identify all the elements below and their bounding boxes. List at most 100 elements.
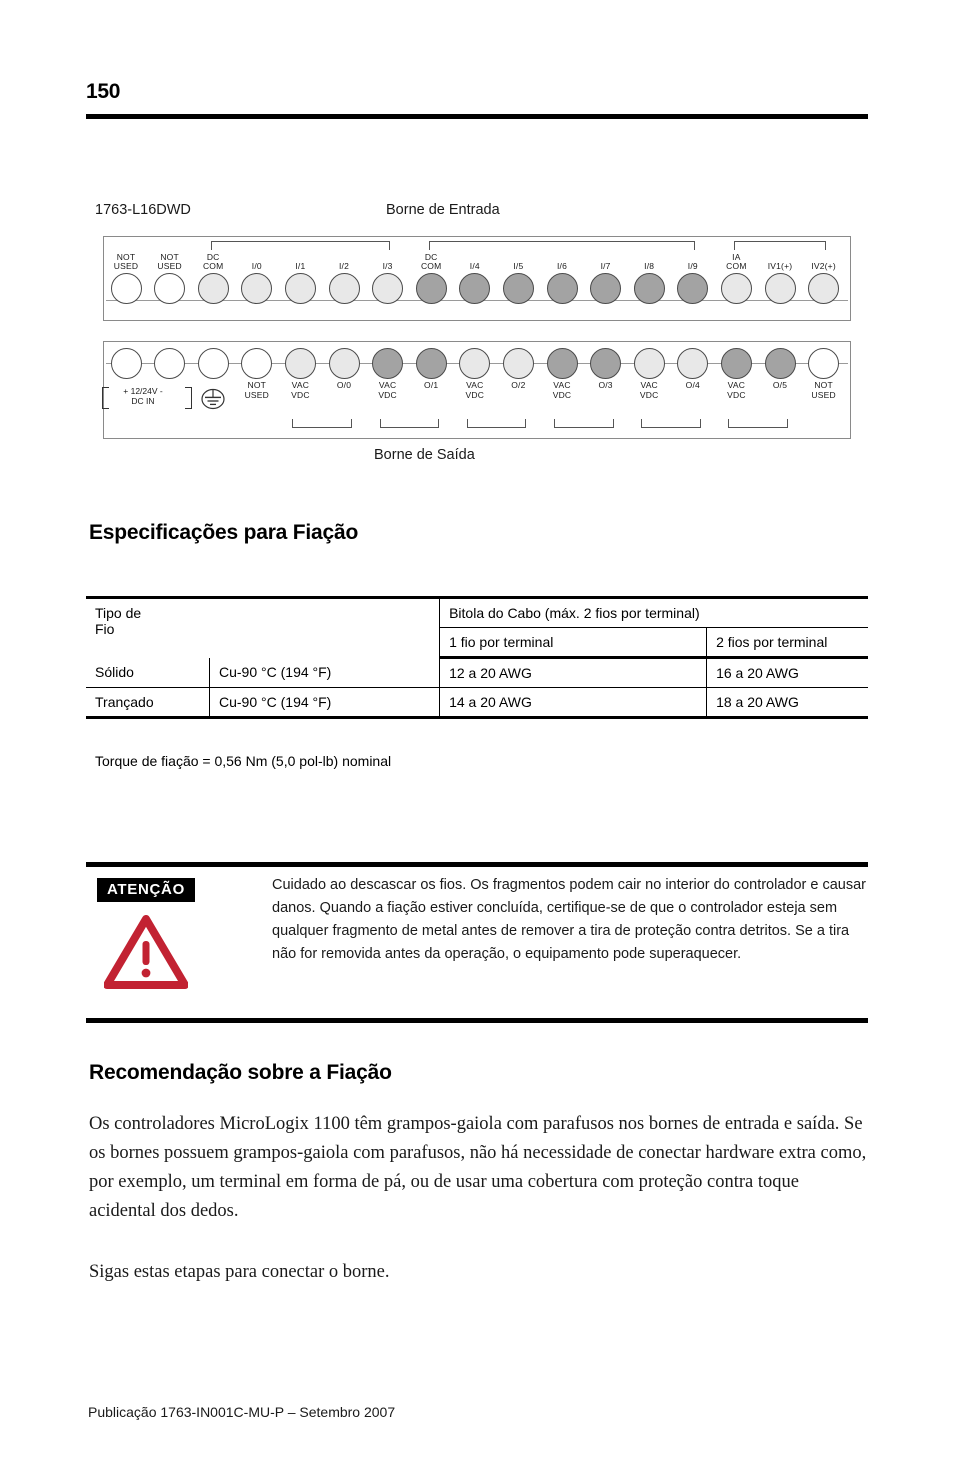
output-terminal: VAC VDC	[371, 348, 405, 400]
output-terminal: NOT USED	[807, 348, 841, 400]
output-terminal-label: VAC VDC	[552, 380, 572, 400]
input-terminal: I/9	[676, 252, 710, 304]
page-number: 150	[86, 80, 121, 103]
cell-wire-rating: Cu-90 °C (194 °F)	[208, 657, 440, 688]
output-terminal-label: VAC VDC	[291, 380, 310, 400]
output-terminal-circle[interactable]	[720, 348, 752, 379]
output-terminal-circle[interactable]	[372, 348, 404, 379]
output-terminal-label: O/1	[424, 380, 439, 390]
output-terminal-circle[interactable]	[546, 348, 578, 379]
input-terminal-label: NOT USED	[157, 251, 182, 272]
output-terminal-label: O/0	[336, 380, 352, 390]
input-terminal-circle[interactable]	[284, 273, 316, 304]
input-terminal-label: I/8	[644, 261, 655, 272]
input-terminal-label: I/7	[600, 261, 611, 272]
cell-one-wire: 12 a 20 AWG	[439, 657, 707, 688]
output-terminal-circle[interactable]	[459, 348, 491, 379]
output-terminal-circle[interactable]	[328, 348, 360, 379]
header-cable-gauge: Bitola do Cabo (máx. 2 fios por terminal…	[439, 596, 868, 628]
input-terminal: I/2	[327, 252, 361, 304]
header-wire-type: Tipo de Fio	[86, 596, 440, 658]
input-terminal-circle[interactable]	[633, 273, 665, 304]
input-terminal: I/5	[501, 252, 535, 304]
output-terminal-circle[interactable]	[241, 348, 273, 379]
wiring-specs-heading: Especificações para Fiação	[89, 521, 359, 544]
output-terminal-circle[interactable]	[154, 348, 186, 379]
input-terminal-label: NOT USED	[113, 251, 139, 272]
output-terminal: O/4	[676, 348, 710, 391]
input-group-bracket	[429, 241, 695, 250]
input-terminal: I/4	[458, 252, 492, 304]
input-terminal-circle[interactable]	[459, 273, 491, 304]
output-terminal-circle[interactable]	[633, 348, 665, 379]
input-terminal-circle[interactable]	[590, 273, 622, 304]
cell-two-wire: 18 a 20 AWG	[706, 687, 868, 719]
cell-wire-type: Trançado	[86, 687, 210, 719]
input-terminal: I/8	[632, 252, 666, 304]
attention-bottom-divider	[86, 1018, 868, 1023]
output-terminal-circle[interactable]	[502, 348, 534, 379]
header-divider	[86, 114, 868, 119]
output-terminal: O/1	[414, 348, 448, 391]
output-terminal: O/5	[763, 348, 797, 391]
attention-badge: ATENÇÃO	[97, 878, 195, 902]
input-group-bracket	[734, 241, 826, 250]
attention-top-divider	[86, 862, 868, 867]
output-terminal: O/0	[327, 348, 361, 391]
output-terminal-circle[interactable]	[808, 348, 840, 379]
output-terminal-circle[interactable]	[110, 348, 142, 379]
input-terminal-circle[interactable]	[197, 273, 229, 304]
wiring-specs-table: Tipo de Fio Bitola do Cabo (máx. 2 fios …	[86, 596, 868, 719]
input-terminal-circle[interactable]	[808, 273, 840, 304]
output-terminal: VAC VDC	[283, 348, 317, 400]
input-terminal-circle[interactable]	[415, 273, 447, 304]
header-two-wire: 2 fios por terminal	[706, 627, 868, 659]
input-terminal-label: IV1(+)	[767, 261, 793, 272]
output-terminal-label: NOT USED	[244, 380, 269, 400]
output-terminal: O/3	[589, 348, 623, 391]
output-terminal-circle[interactable]	[197, 348, 229, 379]
input-terminal: NOT USED	[153, 252, 187, 304]
input-terminal-circle[interactable]	[720, 273, 752, 304]
terminal-wiring-diagram: 1763-L16DWD Borne de Entrada Borne de Sa…	[86, 195, 868, 470]
input-terminal-circle[interactable]	[764, 273, 796, 304]
input-terminal-circle[interactable]	[677, 273, 709, 304]
input-terminal: IV2(+)	[807, 252, 841, 304]
output-terminal-circle[interactable]	[590, 348, 622, 379]
attention-text: Cuidado ao descascar os fios. Os fragmen…	[272, 877, 867, 962]
input-terminal-circle[interactable]	[502, 273, 534, 304]
input-group-bracket	[211, 241, 390, 250]
diagram-model-label: 1763-L16DWD	[95, 202, 191, 218]
input-terminal-circle[interactable]	[110, 273, 142, 304]
input-terminal-label: I/1	[295, 261, 306, 272]
output-terminal	[153, 348, 187, 381]
input-terminal-label: I/0	[251, 261, 262, 272]
input-terminal-circle[interactable]	[546, 273, 578, 304]
input-terminal: I/0	[240, 252, 274, 304]
output-terminal: VAC VDC	[458, 348, 492, 400]
input-terminal: I/3	[371, 252, 405, 304]
input-terminal-label: IV2(+)	[811, 261, 836, 272]
input-terminal-circle[interactable]	[241, 273, 273, 304]
output-group-bracket	[554, 419, 614, 428]
input-terminal: IA COM	[719, 252, 753, 304]
output-terminal: VAC VDC	[545, 348, 579, 400]
input-terminal-label: I/4	[469, 261, 480, 272]
output-terminal-circle[interactable]	[284, 348, 316, 379]
output-terminal-circle[interactable]	[415, 348, 447, 379]
input-terminal-label: I/3	[382, 261, 393, 272]
warning-triangle-icon	[103, 915, 189, 989]
output-terminal: O/2	[501, 348, 535, 391]
input-terminal-circle[interactable]	[372, 273, 404, 304]
input-terminal-circle[interactable]	[328, 273, 360, 304]
output-terminal-circle[interactable]	[764, 348, 796, 379]
input-terminal-label: I/2	[338, 261, 350, 272]
input-terminal: I/7	[589, 252, 623, 304]
output-terminal-label: NOT USED	[811, 380, 836, 400]
input-terminal: DC COM	[414, 252, 448, 304]
input-terminal: NOT USED	[109, 252, 143, 304]
output-group-bracket	[292, 419, 352, 428]
input-terminal-circle[interactable]	[154, 273, 186, 304]
output-terminal: NOT USED	[240, 348, 274, 400]
output-terminal-circle[interactable]	[677, 348, 709, 379]
